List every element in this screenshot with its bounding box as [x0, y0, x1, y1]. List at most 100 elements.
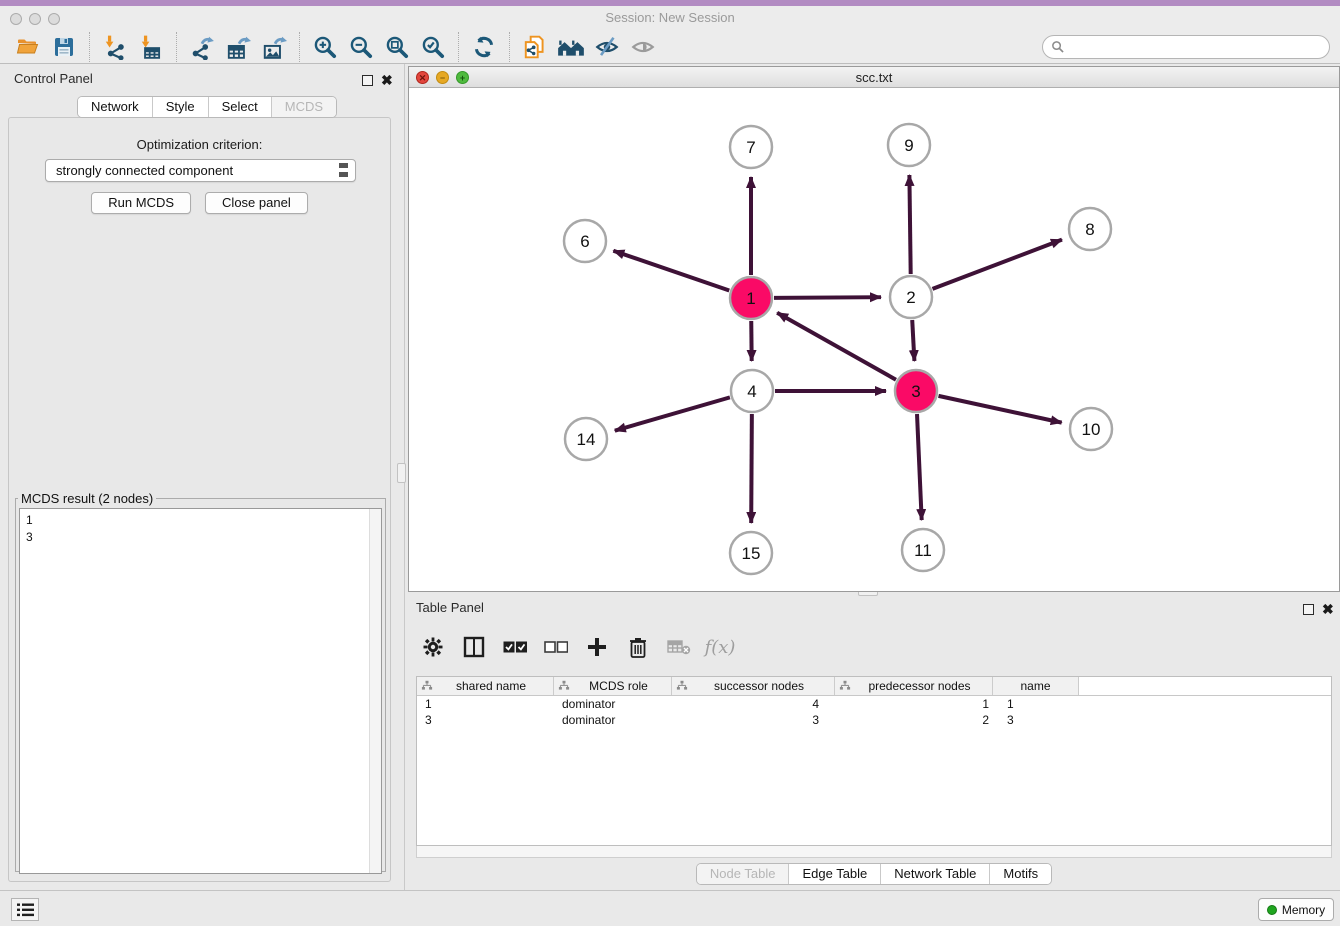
- cell-shared-name[interactable]: 3: [417, 712, 554, 728]
- export-image-button[interactable]: [256, 32, 292, 62]
- graph-edge-2-3[interactable]: [912, 320, 914, 361]
- graph-node-label: 10: [1082, 420, 1101, 439]
- column-header-shared-name[interactable]: shared name: [417, 677, 554, 695]
- select-all-columns-button[interactable]: [502, 634, 528, 660]
- column-header-successor-nodes[interactable]: successor nodes: [672, 677, 835, 695]
- cell-MCDS-role[interactable]: dominator: [554, 696, 672, 712]
- window-controls: [10, 12, 67, 30]
- network-zoom-button[interactable]: +: [456, 71, 469, 84]
- graph-node-14[interactable]: 14: [565, 418, 607, 460]
- result-scrollbar[interactable]: [369, 509, 381, 873]
- unselect-all-columns-button[interactable]: [543, 634, 569, 660]
- export-table-icon: [225, 34, 251, 60]
- split-drag-handle[interactable]: [397, 463, 406, 483]
- network-close-button[interactable]: ✕: [416, 71, 429, 84]
- graph-node-1[interactable]: 1: [730, 277, 772, 319]
- import-network-button[interactable]: [97, 32, 133, 62]
- export-table-button[interactable]: [220, 32, 256, 62]
- graph-edge-2-9[interactable]: [909, 175, 910, 274]
- import-table-button[interactable]: [133, 32, 169, 62]
- table-panel-tabs: Node TableEdge TableNetwork TableMotifs: [696, 863, 1052, 885]
- columns-icon: [463, 636, 485, 658]
- mcds-result-textarea[interactable]: 13: [19, 508, 382, 874]
- tab-style[interactable]: Style: [153, 97, 209, 117]
- run-mcds-button[interactable]: Run MCDS: [91, 192, 191, 214]
- table-panel-float-button[interactable]: [1303, 602, 1314, 620]
- table-settings-button[interactable]: [420, 634, 446, 660]
- graph-node-2[interactable]: 2: [890, 276, 932, 318]
- graph-node-10[interactable]: 10: [1070, 408, 1112, 450]
- tab-network-table[interactable]: Network Table: [881, 864, 990, 884]
- clone-network-button[interactable]: [517, 32, 553, 62]
- graph-node-8[interactable]: 8: [1069, 208, 1111, 250]
- cell-predecessor-nodes[interactable]: 1: [835, 696, 993, 712]
- open-session-button[interactable]: [10, 32, 46, 62]
- export-network-button[interactable]: [184, 32, 220, 62]
- table-panel-close-button[interactable]: ✖: [1322, 601, 1334, 619]
- tab-mcds[interactable]: MCDS: [272, 97, 336, 117]
- table-row[interactable]: 3dominator323: [417, 712, 1331, 728]
- memory-label: Memory: [1282, 903, 1325, 917]
- tab-edge-table[interactable]: Edge Table: [789, 864, 881, 884]
- save-session-button[interactable]: [46, 32, 82, 62]
- delete-column-button[interactable]: [625, 634, 651, 660]
- graph-node-3[interactable]: 3: [895, 370, 937, 412]
- graph-edge-3-1[interactable]: [777, 313, 896, 380]
- create-column-button[interactable]: [584, 634, 610, 660]
- table-panel: Table Panel ✖ f(x) shared nameMCDS roles…: [408, 597, 1340, 888]
- column-header-predecessor-nodes[interactable]: predecessor nodes: [835, 677, 993, 695]
- tab-node-table[interactable]: Node Table: [697, 864, 790, 884]
- tab-select[interactable]: Select: [209, 97, 272, 117]
- control-panel-float-button[interactable]: [362, 73, 373, 91]
- minimize-window-button[interactable]: [29, 13, 41, 25]
- graph-node-7[interactable]: 7: [730, 126, 772, 168]
- tab-motifs[interactable]: Motifs: [990, 864, 1051, 884]
- graph-edge-3-10[interactable]: [938, 396, 1061, 423]
- memory-button[interactable]: Memory: [1258, 898, 1334, 921]
- network-window-titlebar[interactable]: scc.txt ✕ − +: [409, 67, 1339, 88]
- cell-successor-nodes[interactable]: 4: [672, 696, 835, 712]
- close-window-button[interactable]: [10, 13, 22, 25]
- graph-node-4[interactable]: 4: [731, 370, 773, 412]
- graph-node-6[interactable]: 6: [564, 220, 606, 262]
- graph-edge-1-2[interactable]: [774, 297, 881, 298]
- cell-successor-nodes[interactable]: 3: [672, 712, 835, 728]
- cell-name[interactable]: 3: [993, 712, 1079, 728]
- search-input[interactable]: [1064, 40, 1314, 54]
- graph-edge-4-14[interactable]: [615, 397, 730, 430]
- zoom-window-button[interactable]: [48, 13, 60, 25]
- criterion-dropdown[interactable]: strongly connected component: [45, 159, 356, 182]
- task-history-button[interactable]: [11, 898, 39, 921]
- first-neighbors-button[interactable]: [553, 32, 589, 62]
- network-minimize-button[interactable]: −: [436, 71, 449, 84]
- search-field[interactable]: [1042, 35, 1330, 59]
- tab-network[interactable]: Network: [78, 97, 153, 117]
- close-panel-button[interactable]: Close panel: [205, 192, 308, 214]
- graph-node-9[interactable]: 9: [888, 124, 930, 166]
- graph-node-11[interactable]: 11: [902, 529, 944, 571]
- cell-name[interactable]: 1: [993, 696, 1079, 712]
- show-hidden-button[interactable]: [625, 32, 661, 62]
- show-column-panel-button[interactable]: [461, 634, 487, 660]
- column-header-MCDS-role[interactable]: MCDS role: [554, 677, 672, 695]
- control-panel-close-button[interactable]: ✖: [381, 72, 393, 90]
- hide-selected-button[interactable]: [589, 32, 625, 62]
- table-row[interactable]: 1dominator411: [417, 696, 1331, 712]
- apply-layout-button[interactable]: [466, 32, 502, 62]
- graph-node-15[interactable]: 15: [730, 532, 772, 574]
- app-title: Session: New Session: [0, 6, 1340, 30]
- cell-predecessor-nodes[interactable]: 2: [835, 712, 993, 728]
- table-horizontal-scrollbar[interactable]: [416, 846, 1332, 858]
- graph-edge-1-6[interactable]: [613, 251, 729, 291]
- graph-edge-2-8[interactable]: [933, 240, 1062, 289]
- zoom-fit-button[interactable]: [379, 32, 415, 62]
- graph-edge-3-11[interactable]: [917, 414, 922, 520]
- graph-edge-4-15[interactable]: [751, 414, 752, 523]
- zoom-in-button[interactable]: [307, 32, 343, 62]
- network-canvas[interactable]: 7 9 6 8 1 2 4 3 14 10 15 11: [409, 88, 1339, 591]
- cell-MCDS-role[interactable]: dominator: [554, 712, 672, 728]
- zoom-out-button[interactable]: [343, 32, 379, 62]
- cell-shared-name[interactable]: 1: [417, 696, 554, 712]
- zoom-selected-button[interactable]: [415, 32, 451, 62]
- column-header-name[interactable]: name: [993, 677, 1079, 695]
